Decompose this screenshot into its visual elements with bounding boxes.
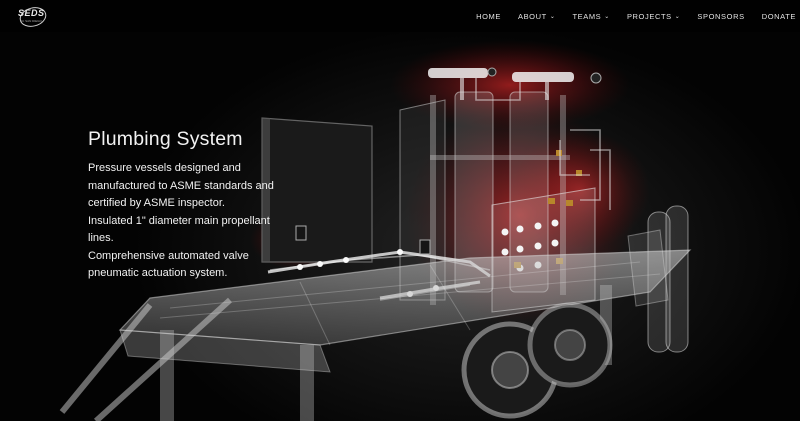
chevron-down-icon: ⌄ — [674, 13, 681, 20]
description-line: certified by ASME inspector. — [88, 197, 225, 209]
wheel-rear — [527, 302, 613, 388]
hero-stage: SEDS UC SAN DIEGO HOME ABOUT ⌄ TEAMS ⌄ PRO… — [0, 0, 800, 421]
logo-text: SEDS — [18, 8, 45, 18]
nav-donate[interactable]: DONATE — [762, 12, 796, 21]
description-line: pneumatic actuation system. — [88, 267, 228, 279]
cylinder-b — [665, 205, 689, 353]
top-navbar: SEDS UC SAN DIEGO HOME ABOUT ⌄ TEAMS ⌄ PRO… — [0, 0, 800, 32]
regulator-stem-a — [460, 78, 464, 100]
seds-logo[interactable]: SEDS UC SAN DIEGO — [18, 5, 47, 27]
nav-about[interactable]: ABOUT ⌄ — [518, 12, 555, 21]
nav-projects[interactable]: PROJECTS ⌄ — [627, 12, 680, 21]
frame-beam — [430, 155, 570, 160]
nav-donate-label: DONATE — [761, 11, 796, 21]
description-line: Pressure vessels designed and — [88, 162, 241, 174]
chevron-down-icon: ⌄ — [604, 13, 610, 20]
nav-about-label: ABOUT — [517, 11, 547, 21]
regulator-knob-a — [487, 67, 497, 77]
description-line: lines. — [88, 232, 114, 244]
description-line: manufactured to ASME standards and — [88, 179, 274, 192]
main-nav: HOME ABOUT ⌄ TEAMS ⌄ PROJECTS ⌄ SPONSORS DO… — [459, 0, 796, 32]
nav-projects-label: PROJECTS — [626, 11, 672, 21]
hero-text: Plumbing System Pressure vessels designe… — [88, 128, 288, 283]
hero-description: Pressure vessels designed and manufactur… — [88, 160, 288, 283]
hero-title: Plumbing System — [88, 128, 243, 150]
description-line: Comprehensive automated valve — [88, 249, 249, 262]
description-line: Insulated 1" diameter main propellant — [88, 214, 270, 227]
regulator-stem-b — [545, 82, 549, 100]
nav-sponsors-label: SPONSORS — [697, 11, 745, 21]
regulator-knob-b — [590, 72, 602, 84]
logo-subtext: UC SAN DIEGO — [20, 19, 42, 23]
regulator-left — [428, 68, 488, 78]
regulator-right — [512, 72, 574, 82]
nav-teams-label: TEAMS — [572, 11, 602, 21]
nav-home-label: HOME — [476, 11, 501, 21]
nav-teams[interactable]: TEAMS ⌄ — [572, 12, 609, 21]
chevron-down-icon: ⌄ — [549, 13, 556, 20]
nav-home[interactable]: HOME — [476, 12, 501, 21]
nav-sponsors[interactable]: SPONSORS — [697, 12, 744, 21]
